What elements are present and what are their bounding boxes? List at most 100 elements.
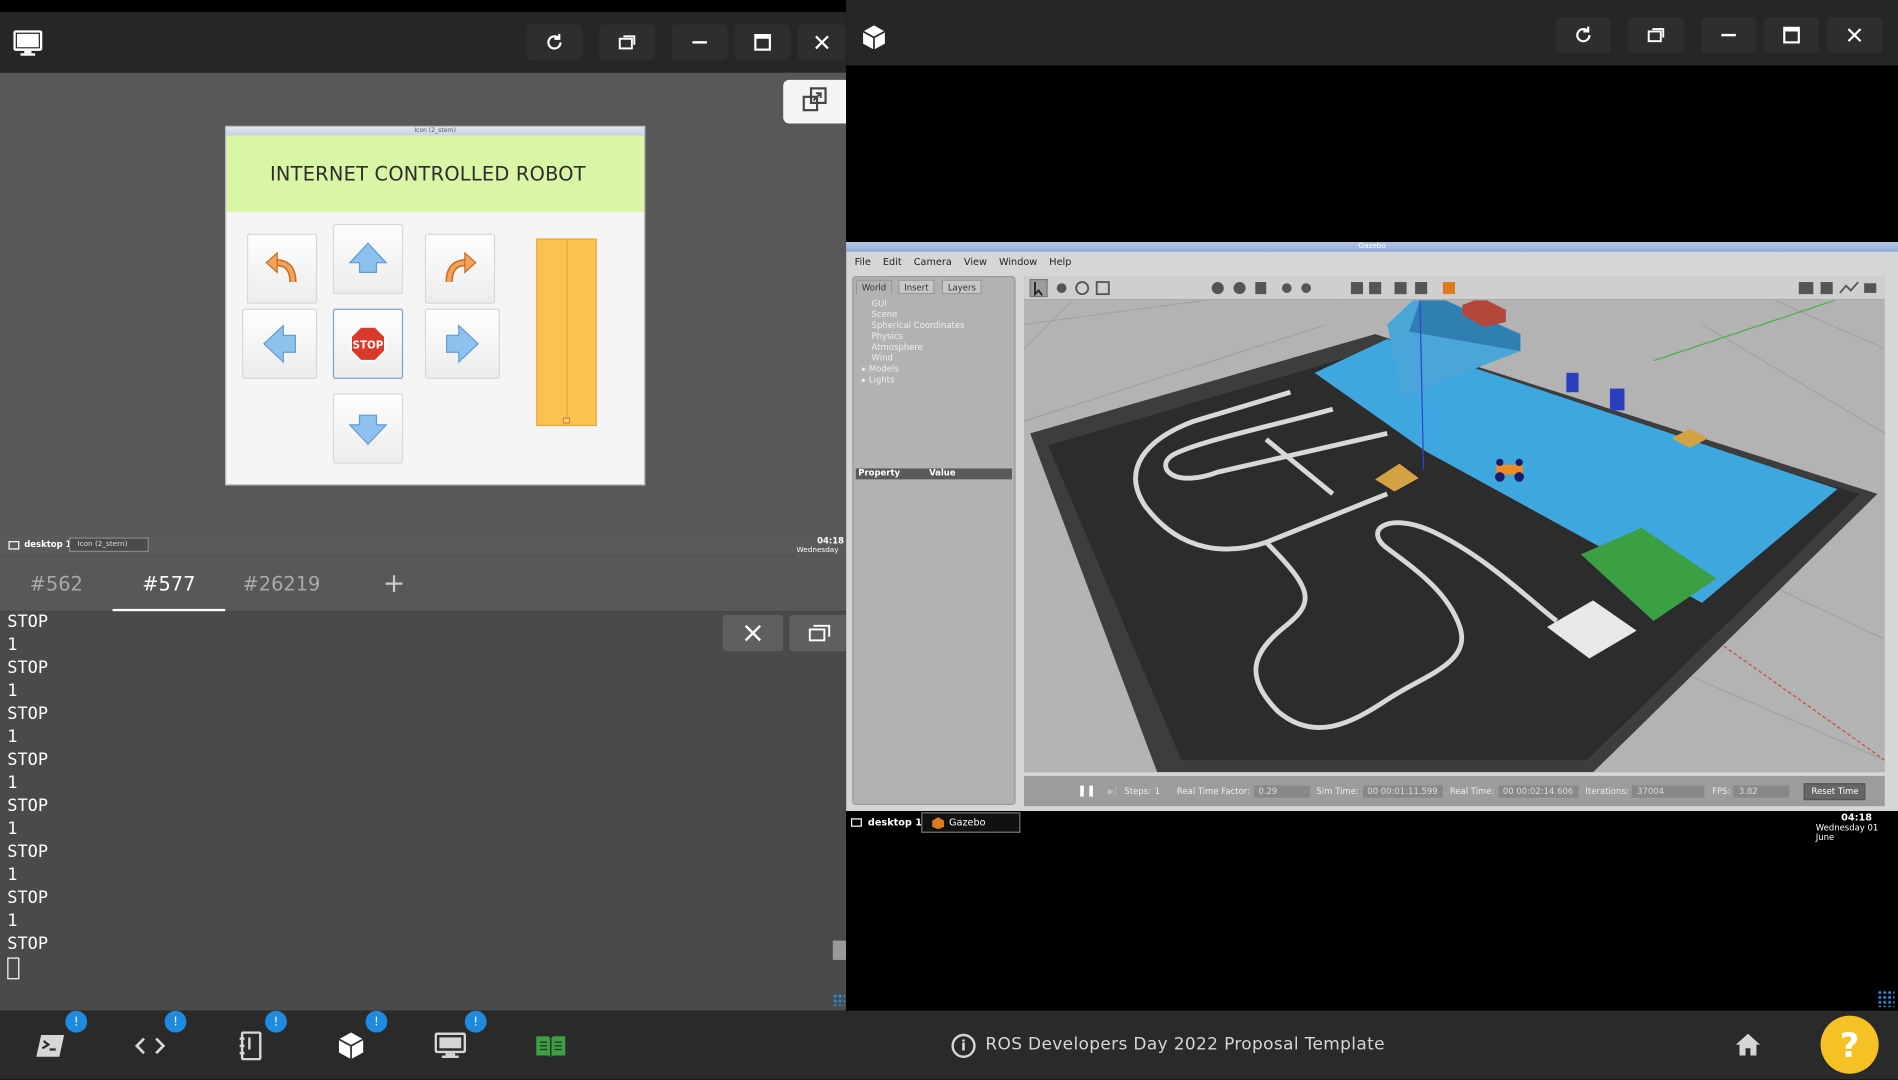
terminal-detach-button[interactable] — [789, 614, 850, 652]
dock-code-editor[interactable]: ! — [133, 1010, 187, 1063]
terminal-line: 1 — [7, 635, 18, 655]
minimize-button[interactable] — [671, 24, 728, 61]
menu-window[interactable]: Window — [999, 256, 1037, 267]
terminal-line: STOP — [7, 796, 49, 816]
speed-slider[interactable] — [536, 238, 597, 427]
tree-item-lights[interactable]: ▸ Lights — [862, 375, 895, 385]
tab-layers[interactable]: Layers — [941, 279, 982, 295]
tab-world[interactable]: World — [855, 279, 893, 295]
cube-icon — [338, 1032, 364, 1060]
turn-right-button[interactable] — [424, 233, 496, 304]
notebook-icon — [239, 1031, 262, 1061]
turn-left-icon — [265, 251, 297, 283]
resize-handle-icon[interactable] — [832, 993, 845, 1006]
code-icon — [134, 1037, 166, 1055]
terminal-line: 1 — [7, 681, 18, 701]
dock-graphical-tools[interactable]: ! — [433, 1010, 487, 1063]
stop-button[interactable]: STOP — [332, 308, 404, 379]
fps-value: 3.82 — [1733, 785, 1790, 798]
gazebo-task-button[interactable]: Gazebo — [921, 812, 1021, 833]
left-button[interactable] — [242, 308, 318, 379]
gz-restore-windows-button[interactable] — [1628, 16, 1684, 54]
forward-button[interactable] — [332, 223, 404, 295]
desktop-label: desktop 1 — [24, 539, 72, 550]
dock-course-notes[interactable] — [534, 1029, 568, 1063]
notification-badge: ! — [365, 1010, 388, 1033]
gazebo-window: Gazebo File Edit Camera View Window Help… — [846, 242, 1898, 812]
project-title: ROS Developers Day 2022 Proposal Templat… — [985, 1034, 1385, 1055]
terminal-line: STOP — [7, 888, 49, 908]
notification-badge: ! — [65, 1010, 88, 1033]
left-vnc-taskbar: desktop 1 Icon (2_stern) 04:18 Wednesday… — [0, 533, 847, 563]
tree-item-physics[interactable]: Physics — [872, 332, 903, 342]
gz-reload-button[interactable] — [1555, 16, 1612, 54]
resize-handle-icon[interactable] — [1877, 990, 1895, 1008]
arrow-up-icon — [348, 242, 388, 273]
tree-item-atmosphere[interactable]: Atmosphere — [872, 343, 923, 353]
gz-maximize-button[interactable] — [1763, 16, 1820, 54]
turn-left-button[interactable] — [246, 233, 318, 304]
reset-time-button[interactable]: Reset Time — [1804, 782, 1866, 800]
gazebo-toolbar — [1024, 275, 1885, 301]
popout-button[interactable] — [783, 79, 847, 124]
sim-time-label: Sim Time: — [1316, 786, 1359, 796]
pause-icon[interactable]: ❚❚ — [1077, 785, 1095, 797]
restore-windows-button[interactable] — [599, 24, 655, 61]
terminal-output[interactable]: STOP 1 STOP 1 STOP 1 STOP 1 STOP 1 STOP 1 STOP 1 STOP — [0, 611, 850, 1011]
fps-label: FPS: — [1712, 786, 1731, 796]
backward-button[interactable] — [332, 393, 404, 464]
home-icon[interactable] — [1735, 1033, 1762, 1062]
taskbar-time: 04:18 — [1841, 812, 1873, 824]
gazebo-status-bar: ❚❚ ▶| Steps: 1 Real Time Factor: 0.29 Si… — [1024, 775, 1885, 807]
slider-handle[interactable] — [562, 417, 571, 424]
menu-view[interactable]: View — [964, 256, 987, 267]
reload-button[interactable] — [526, 24, 583, 61]
tab-26219[interactable]: #26219 — [225, 556, 338, 612]
tab-insert[interactable]: Insert — [898, 279, 935, 295]
rtf-label: Real Time Factor: — [1176, 786, 1250, 796]
gz-minimize-button[interactable] — [1700, 16, 1757, 54]
terminal-scrollbar[interactable] — [832, 940, 847, 960]
maximize-button[interactable] — [734, 24, 791, 61]
steps-value[interactable]: 1 — [1155, 786, 1160, 796]
dock-terminal[interactable]: ! — [34, 1010, 88, 1063]
real-time-value: 00 00:02:14.606 — [1498, 785, 1579, 798]
property-header: Property Value — [855, 468, 1012, 480]
desktop-menu-icon[interactable] — [8, 541, 20, 550]
menu-edit[interactable]: Edit — [883, 256, 902, 267]
desktop-label: desktop 1 — [867, 817, 922, 828]
info-icon: i — [951, 1033, 976, 1058]
gazebo-vnc-panel: Gazebo File Edit Camera View Window Help… — [846, 0, 1898, 1011]
notification-badge: ! — [164, 1010, 187, 1033]
menu-file[interactable]: File — [855, 256, 871, 267]
slider-track — [566, 239, 568, 425]
desktop-menu-icon[interactable] — [850, 818, 862, 827]
terminal-tabs: #562 #577 #26219 + — [0, 555, 847, 612]
notification-badge: ! — [265, 1010, 287, 1033]
tab-577[interactable]: #577 — [112, 556, 226, 612]
help-button[interactable]: ? — [1820, 1015, 1879, 1074]
gz-close-button[interactable] — [1826, 16, 1883, 54]
close-icon — [744, 624, 762, 642]
add-tab-button[interactable]: + — [338, 556, 451, 612]
right-button[interactable] — [424, 308, 500, 379]
gazebo-3d-scene[interactable] — [1024, 275, 1885, 773]
steps-label: Steps: — [1124, 786, 1151, 796]
tree-item-wind[interactable]: Wind — [872, 353, 893, 363]
popout-icon — [801, 86, 828, 117]
menu-camera[interactable]: Camera — [914, 256, 952, 267]
dock-gazebo[interactable]: ! — [334, 1010, 388, 1063]
tree-item-models[interactable]: ▸ Models — [862, 364, 899, 374]
tree-item-spherical-coordinates[interactable]: Spherical Coordinates — [872, 321, 965, 331]
close-button[interactable] — [797, 24, 847, 61]
terminal-line: STOP — [7, 658, 49, 678]
taskbar-task-button[interactable]: Icon (2_stern) — [68, 537, 149, 552]
terminal-close-button[interactable] — [722, 614, 784, 652]
menu-help[interactable]: Help — [1049, 256, 1071, 267]
terminal-line: 1 — [7, 819, 18, 839]
tree-item-scene[interactable]: Scene — [872, 310, 898, 320]
tree-item-gui[interactable]: GUI — [872, 299, 887, 309]
step-icon[interactable]: ▶| — [1108, 786, 1117, 796]
dock-notebook[interactable]: ! — [234, 1010, 287, 1063]
tab-562[interactable]: #562 — [0, 556, 113, 612]
